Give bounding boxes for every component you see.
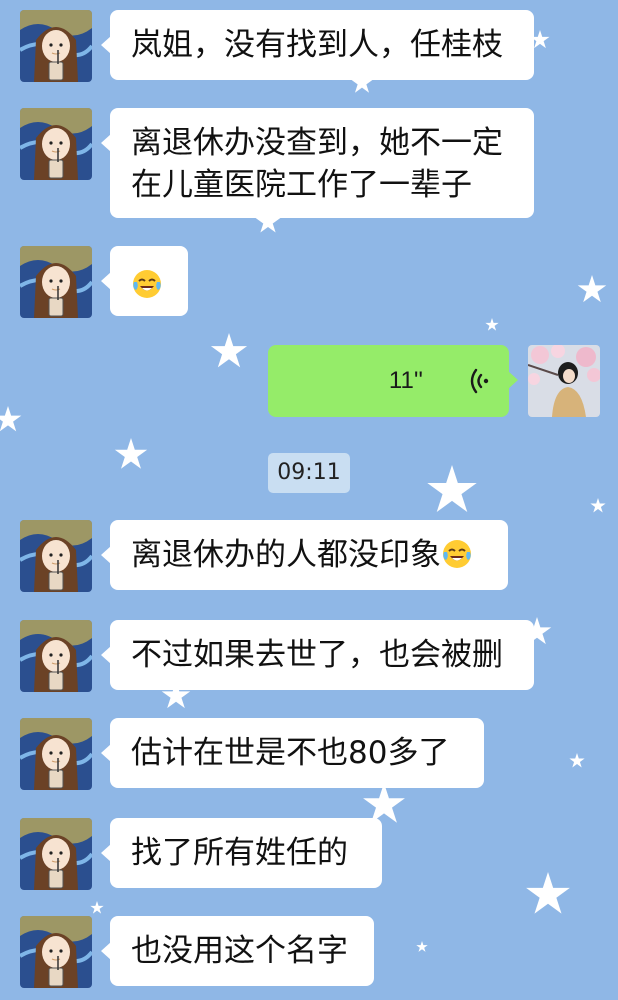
contact-avatar[interactable] xyxy=(20,108,92,180)
message-text: 也没用这个名字 xyxy=(131,933,348,969)
timestamp-badge: 09:11 xyxy=(268,453,350,493)
voice-message-bubble[interactable]: 11'' xyxy=(268,345,518,417)
contact-avatar[interactable] xyxy=(20,10,92,82)
message-bubble[interactable]: 离退休办没查到，她不一定 在儿童医院工作了一辈子 xyxy=(101,108,534,218)
message-bubble[interactable]: 不过如果去世了，也会被删 xyxy=(101,620,534,690)
contact-avatar[interactable] xyxy=(20,916,92,988)
message-text-line: 离退休办没查到，她不一定 xyxy=(131,125,503,161)
tears-of-joy-emoji xyxy=(443,540,471,568)
self-avatar[interactable] xyxy=(528,345,600,417)
contact-avatar[interactable] xyxy=(20,246,92,318)
contact-avatar[interactable] xyxy=(20,818,92,890)
message-bubble[interactable]: 岚姐，没有找到人，任桂枝 xyxy=(101,10,534,80)
message-text: 不过如果去世了，也会被删 xyxy=(131,637,503,673)
voice-duration: 11'' xyxy=(388,367,423,394)
message-text-line: 在儿童医院工作了一辈子 xyxy=(131,167,472,203)
message-text: 离退休办的人都没印象 xyxy=(131,537,441,573)
message-bubble[interactable]: 找了所有姓任的 xyxy=(101,818,382,888)
message-bubble[interactable]: 也没用这个名字 xyxy=(101,916,374,986)
contact-avatar[interactable] xyxy=(20,718,92,790)
message-text: 找了所有姓任的 xyxy=(131,835,348,871)
message-bubble[interactable]: 离退休办的人都没印象 xyxy=(101,520,508,590)
contact-avatar[interactable] xyxy=(20,520,92,592)
tears-of-joy-emoji xyxy=(133,270,161,298)
message-bubble[interactable]: 估计在世是不也80多了 xyxy=(101,718,484,788)
message-text: 岚姐，没有找到人，任桂枝 xyxy=(131,27,503,63)
voice-wave-icon xyxy=(470,368,489,394)
message-text: 估计在世是不也80多了 xyxy=(131,735,450,771)
contact-avatar[interactable] xyxy=(20,620,92,692)
message-bubble[interactable] xyxy=(101,246,188,316)
